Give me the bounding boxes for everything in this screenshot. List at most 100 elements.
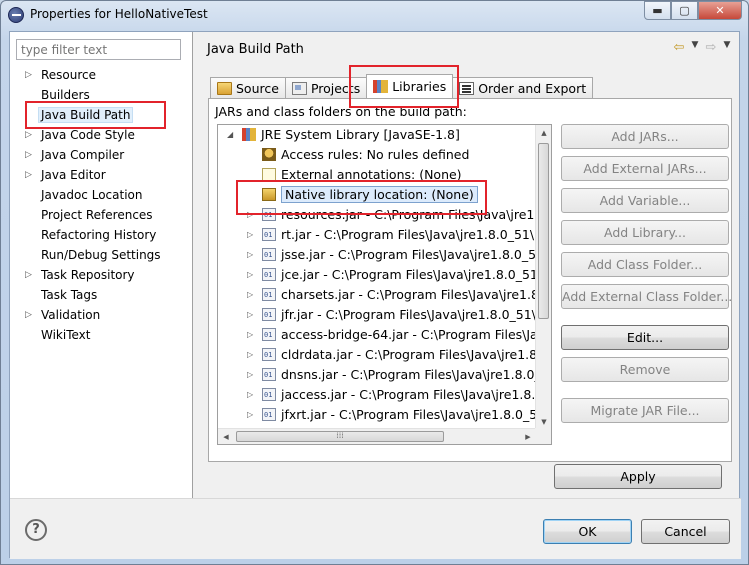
add-external-jars-button[interactable]: Add External JARs... [561, 156, 729, 181]
libraries-tree[interactable]: ◢ JRE System Library [JavaSE-1.8] Access r… [217, 124, 552, 445]
jar-tree-item[interactable]: ▷ jaccess.jar - C:\Program Files\Java\jre… [247, 385, 536, 405]
nav-item[interactable]: Run/Debug Settings [10, 245, 193, 265]
back-arrow-icon[interactable]: ⇦ [672, 40, 686, 55]
nav-item[interactable]: ▷ Task Repository [10, 265, 193, 285]
tree-item-label: jce.jar - C:\Program Files\Java\jre1.8.0… [281, 267, 536, 282]
horizontal-scroll-thumb[interactable]: ⁞⁞⁞ [236, 431, 444, 442]
filter-input[interactable] [16, 39, 181, 60]
apply-button[interactable]: Apply [554, 464, 722, 489]
add-variable-button[interactable]: Add Variable... [561, 188, 729, 213]
expand-arrow-icon[interactable]: ▷ [247, 345, 253, 365]
expand-arrow-icon[interactable]: ▷ [247, 285, 253, 305]
expand-arrow-icon[interactable]: ▷ [247, 305, 253, 325]
tab-order-and-export[interactable]: Order and Export [452, 77, 594, 98]
build-path-tabs: Source Projects Libraries Order and Export [210, 74, 594, 98]
jar-tree-item[interactable]: ▷ charsets.jar - C:\Program Files\Java\jr… [247, 285, 536, 305]
nav-item[interactable]: Task Tags [10, 285, 193, 305]
tree-item[interactable]: Native library location: (None) [262, 185, 478, 205]
view-menu-icon[interactable]: ▼ [722, 40, 732, 55]
expand-arrow-icon[interactable]: ▷ [247, 405, 253, 425]
add-class-folder-button[interactable]: Add Class Folder... [561, 252, 729, 277]
tab-libraries[interactable]: Libraries [366, 74, 454, 98]
nav-item[interactable]: Javadoc Location [10, 185, 193, 205]
jar-tree-item[interactable]: ▷ dnsns.jar - C:\Program Files\Java\jre1.… [247, 365, 536, 385]
title-bar[interactable]: Properties for HelloNativeTest ▬ ▢ ✕ [1, 1, 748, 29]
tree-item[interactable]: ◢ JRE System Library [JavaSE-1.8] [227, 125, 460, 145]
expand-arrow-icon[interactable]: ▷ [25, 125, 32, 145]
tree-item-label: jfr.jar - C:\Program Files\Java\jre1.8.0… [281, 307, 536, 322]
nav-item[interactable]: Builders [10, 85, 193, 105]
scroll-up-icon[interactable]: ▲ [536, 125, 551, 141]
jar-tree-item[interactable]: ▷ jfxrt.jar - C:\Program Files\Java\jre1.… [247, 405, 536, 425]
scroll-left-icon[interactable]: ◀ [218, 429, 234, 444]
expand-arrow-icon[interactable]: ▷ [25, 165, 32, 185]
source-folder-icon [217, 81, 232, 95]
expand-arrow-icon[interactable]: ▷ [247, 385, 253, 405]
expand-arrow-icon[interactable]: ▷ [247, 245, 253, 265]
nav-item[interactable]: ▷ Java Code Style [10, 125, 193, 145]
jar-icon [262, 405, 276, 425]
jar-tree-item[interactable]: ▷ jfr.jar - C:\Program Files\Java\jre1.8.… [247, 305, 536, 325]
properties-window: Properties for HelloNativeTest ▬ ▢ ✕ ▷ Re… [0, 0, 749, 565]
tree-item[interactable]: Access rules: No rules defined [262, 145, 469, 165]
expand-arrow-icon[interactable]: ▷ [247, 205, 253, 225]
nav-item[interactable]: Project References [10, 205, 193, 225]
collapse-arrow-icon[interactable]: ◢ [227, 125, 233, 145]
nav-item[interactable]: ▷ Java Compiler [10, 145, 193, 165]
add-jars-button[interactable]: Add JARs... [561, 124, 729, 149]
back-dropdown-icon[interactable]: ▼ [690, 40, 700, 55]
expand-arrow-icon[interactable]: ▷ [247, 225, 253, 245]
nav-item[interactable]: Java Build Path [10, 105, 193, 125]
vertical-scroll-thumb[interactable] [538, 143, 549, 319]
expand-arrow-icon[interactable]: ▷ [25, 65, 32, 85]
remove-button[interactable]: Remove [561, 357, 729, 382]
cancel-button[interactable]: Cancel [641, 519, 730, 544]
minimize-button[interactable]: ▬ [644, 1, 671, 20]
nav-item[interactable]: Refactoring History [10, 225, 193, 245]
category-tree: ▷ Resource Builders Java Build Path ▷ Java Co… [10, 65, 193, 345]
jar-icon [262, 385, 276, 405]
tree-item-label: jaccess.jar - C:\Program Files\Java\jre1… [281, 387, 536, 402]
expand-arrow-icon[interactable]: ▷ [25, 265, 32, 285]
add-library-button[interactable]: Add Library... [561, 220, 729, 245]
tab-projects[interactable]: Projects [284, 77, 368, 98]
close-button[interactable]: ✕ [698, 1, 742, 20]
expand-arrow-icon[interactable]: ▷ [247, 325, 253, 345]
horizontal-scrollbar[interactable]: ◀ ⁞⁞⁞ ▶ [218, 428, 536, 444]
eclipse-icon [8, 7, 24, 23]
jar-tree-item[interactable]: ▷ rt.jar - C:\Program Files\Java\jre1.8.0… [247, 225, 536, 245]
nav-item[interactable]: ▷ Validation [10, 305, 193, 325]
expand-arrow-icon[interactable]: ▷ [25, 305, 32, 325]
nav-item-label: Resource [41, 68, 97, 82]
restore-button[interactable]: ▢ [671, 1, 698, 20]
tree-item-label: jsse.jar - C:\Program Files\Java\jre1.8.… [281, 247, 536, 262]
tree-item-label: resources.jar - C:\Program Files\Java\jr… [281, 207, 536, 222]
ok-button[interactable]: OK [543, 519, 632, 544]
jar-tree-item[interactable]: ▷ jce.jar - C:\Program Files\Java\jre1.8.… [247, 265, 536, 285]
jar-tree-item[interactable]: ▷ resources.jar - C:\Program Files\Java\j… [247, 205, 536, 225]
nav-item-label: WikiText [41, 328, 91, 342]
dialog-client: ▷ Resource Builders Java Build Path ▷ Java Co… [9, 31, 741, 559]
jar-tree-item[interactable]: ▷ access-bridge-64.jar - C:\Program Files… [247, 325, 536, 345]
vertical-scrollbar[interactable]: ▲ ▼ [535, 125, 551, 430]
nav-item[interactable]: WikiText [10, 325, 193, 345]
minimize-icon: ▬ [652, 4, 663, 17]
jar-tree-item[interactable]: ▷ jsse.jar - C:\Program Files\Java\jre1.8… [247, 245, 536, 265]
tab-source[interactable]: Source [210, 77, 286, 98]
expand-arrow-icon[interactable]: ▷ [247, 365, 253, 385]
add-external-class-folder-button[interactable]: Add External Class Folder... [561, 284, 732, 309]
jar-tree-item[interactable]: ▷ cldrdata.jar - C:\Program Files\Java\jr… [247, 345, 536, 365]
expand-arrow-icon[interactable]: ▷ [25, 145, 32, 165]
edit-button[interactable]: Edit... [561, 325, 729, 350]
forward-arrow-icon[interactable]: ⇨ [704, 40, 718, 55]
scroll-right-icon[interactable]: ▶ [520, 429, 536, 444]
tree-item-label: Access rules: No rules defined [281, 147, 470, 162]
jar-icon [262, 325, 276, 345]
expand-arrow-icon[interactable]: ▷ [247, 265, 253, 285]
tab-label: Order and Export [478, 80, 587, 96]
nav-item[interactable]: ▷ Java Editor [10, 165, 193, 185]
migrate-jar-file-button[interactable]: Migrate JAR File... [561, 398, 729, 423]
help-icon[interactable]: ? [25, 519, 47, 541]
nav-item[interactable]: ▷ Resource [10, 65, 193, 85]
tree-item[interactable]: External annotations: (None) [262, 165, 462, 185]
